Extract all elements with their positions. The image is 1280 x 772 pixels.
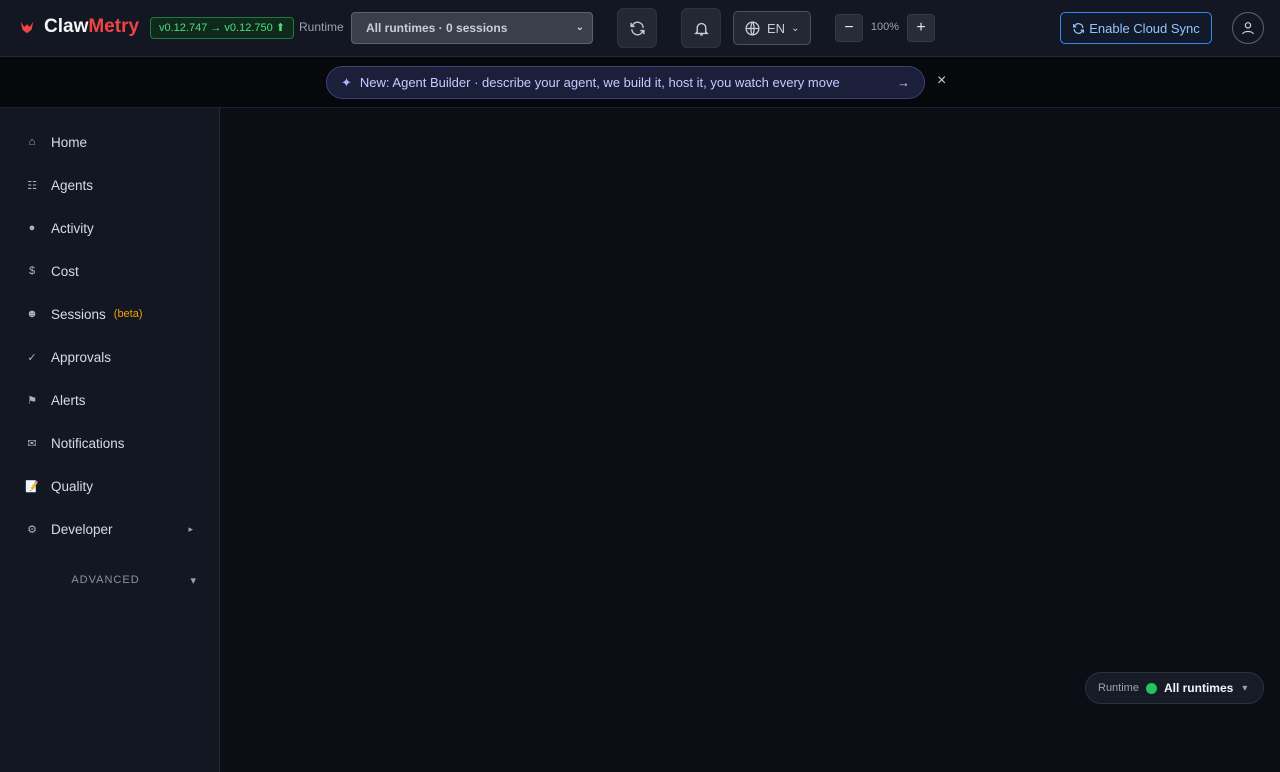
sidebar-item-approvals[interactable]: ✓ Approvals <box>0 339 219 375</box>
sidebar-item-label: Alerts <box>51 392 86 408</box>
bell-icon <box>693 22 709 36</box>
sidebar-item-label: Developer <box>51 521 113 537</box>
advanced-label: ADVANCED <box>71 574 140 586</box>
brand-logo[interactable]: Claw Metry <box>18 16 139 38</box>
refresh-icon <box>629 21 645 35</box>
notifications-button[interactable] <box>681 8 721 48</box>
runtime-switcher-pill[interactable]: Runtime All runtimes ▾ <box>1085 672 1264 704</box>
brand-name-part1: Claw <box>44 16 89 37</box>
caret-down-icon: ▾ <box>1242 682 1248 694</box>
zoom-level: 100% <box>870 21 900 33</box>
advanced-section-toggle[interactable]: ADVANCED ▾ <box>0 574 219 590</box>
banner-text: New: Agent Builder · describe your agent… <box>359 75 840 90</box>
list-icon: ☷ <box>27 179 37 192</box>
sidebar-item-label: Quality <box>51 478 94 494</box>
runtime-select[interactable]: All runtimes · 0 sessions ⌄ <box>351 12 593 44</box>
status-dot-icon <box>1145 682 1157 694</box>
sidebar-item-home[interactable]: ⌂ Home <box>0 124 219 160</box>
sidebar-item-label: Notifications <box>51 435 125 451</box>
sparkle-icon: ✦ <box>341 74 352 90</box>
check-icon: ✓ <box>27 351 37 364</box>
user-icon <box>1242 22 1254 35</box>
sidebar-item-label: Sessions <box>51 306 106 322</box>
sidebar-item-agents[interactable]: ☷ Agents <box>0 167 219 203</box>
home-icon: ⌂ <box>28 136 36 148</box>
gear-icon: ⚙ <box>27 523 37 536</box>
claw-logo-icon <box>20 21 34 34</box>
sidebar-item-sessions[interactable]: ☻ Sessions (beta) <box>0 296 219 332</box>
sidebar-item-notifications[interactable]: ✉ Notifications <box>0 425 219 461</box>
language-code: EN <box>767 20 786 36</box>
globe-icon <box>745 20 760 36</box>
sidebar-item-alerts[interactable]: ⚑ Alerts <box>0 382 219 418</box>
dollar-icon: $ <box>28 265 36 277</box>
brand-name-part2: Metry <box>88 16 140 37</box>
banner-close-button[interactable]: × <box>937 72 946 90</box>
chevron-down-icon: ⌄ <box>791 22 800 34</box>
top-bar: Claw Metry v0.12.747 → v0.12.750 ⬆ Runti… <box>0 0 1280 57</box>
flag-icon: ⚑ <box>27 394 37 407</box>
sidebar-item-label: Home <box>51 134 88 150</box>
sidebar-item-label: Cost <box>51 263 79 279</box>
refresh-button[interactable] <box>617 8 657 48</box>
agent-builder-banner[interactable]: ✦ New: Agent Builder · describe your age… <box>326 66 925 99</box>
announcement-bar: ✦ New: Agent Builder · describe your age… <box>0 57 1280 108</box>
sidebar-item-label: Agents <box>51 177 94 193</box>
runtime-pill-label: Runtime <box>1098 682 1139 694</box>
sync-icon <box>1073 22 1085 34</box>
envelope-icon: ✉ <box>27 437 37 450</box>
zoom-out-button[interactable]: − <box>835 14 863 42</box>
zoom-in-button[interactable]: + <box>907 14 935 42</box>
chevron-down-icon: ⌄ <box>575 22 584 33</box>
language-selector[interactable]: EN ⌄ <box>733 11 811 45</box>
caret-down-icon: ▾ <box>190 575 197 587</box>
sidebar-item-quality[interactable]: 📝 Quality <box>0 468 219 504</box>
version-badge[interactable]: v0.12.747 → v0.12.750 ⬆ <box>150 17 295 39</box>
chevron-right-icon: ▸ <box>188 523 193 534</box>
user-menu-button[interactable] <box>1232 12 1264 44</box>
sessions-icon: ☻ <box>26 308 38 320</box>
runtime-pill-value: All runtimes <box>1163 681 1234 695</box>
dot-icon: ● <box>28 222 36 234</box>
enable-cloud-sync-button[interactable]: Enable Cloud Sync <box>1060 12 1212 44</box>
sidebar-item-activity[interactable]: ● Activity <box>0 210 219 246</box>
sidebar: ⌂ Home ☷ Agents ● Activity $ Cost ☻ Sess… <box>0 108 220 772</box>
sidebar-item-label: Approvals <box>51 349 112 365</box>
runtime-label: Runtime <box>299 20 344 34</box>
beta-badge: (beta) <box>113 308 143 320</box>
cloud-sync-label: Enable Cloud Sync <box>1089 20 1200 36</box>
sidebar-item-label: Activity <box>51 220 94 236</box>
sidebar-item-developer[interactable]: ⚙ Developer ▸ <box>0 511 219 547</box>
sidebar-item-cost[interactable]: $ Cost <box>0 253 219 289</box>
runtime-select-value: All runtimes · 0 sessions <box>366 21 508 35</box>
memo-icon: 📝 <box>25 480 39 493</box>
arrow-right-icon: → <box>897 75 910 90</box>
